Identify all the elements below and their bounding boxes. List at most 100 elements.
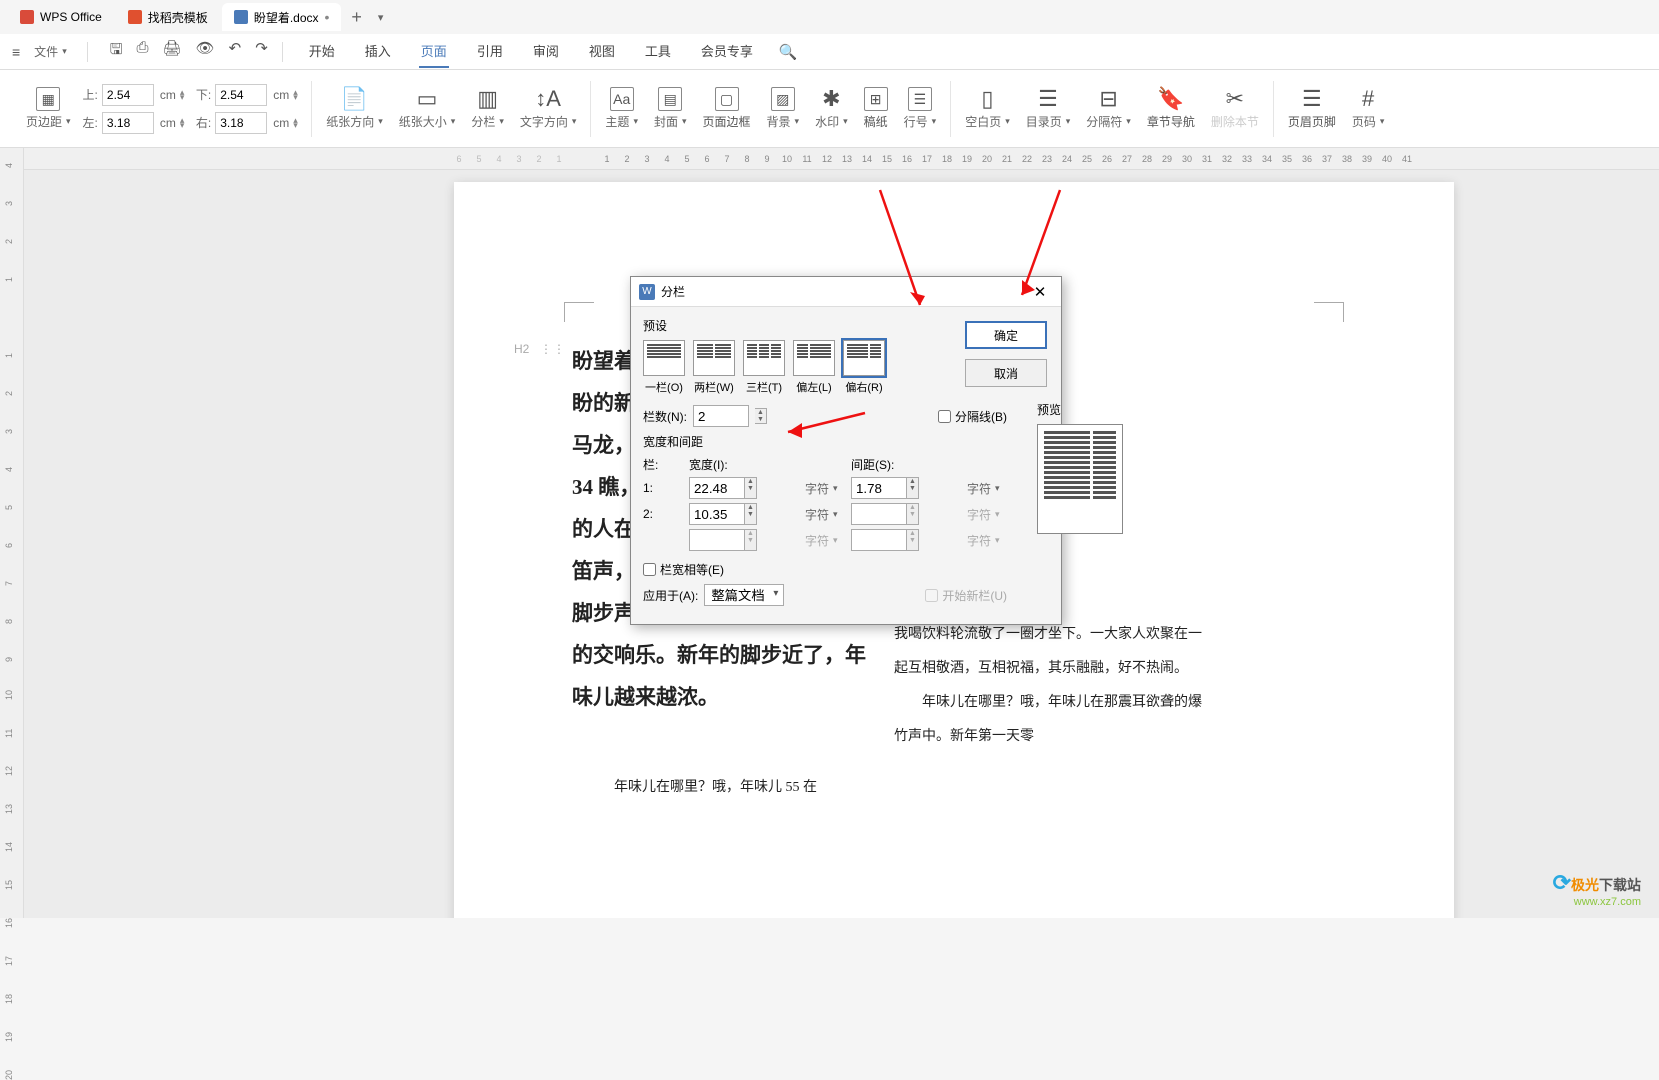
undo-icon[interactable]: ↶ bbox=[229, 39, 242, 64]
page-number-icon[interactable]: # bbox=[1356, 87, 1380, 111]
tab-templates[interactable]: 找稻壳模板 bbox=[116, 3, 220, 31]
line-number-label[interactable]: 行号 bbox=[904, 113, 937, 130]
cols-count-input[interactable] bbox=[693, 405, 749, 427]
tab-overflow-button[interactable]: ▾ bbox=[370, 11, 392, 24]
preset-right[interactable]: 偏右(R) bbox=[843, 340, 885, 395]
unit-char[interactable]: 字符 bbox=[805, 480, 845, 497]
tab-document[interactable]: 盼望着.docx • bbox=[222, 3, 342, 31]
margin-left-input[interactable] bbox=[102, 112, 154, 134]
horizontal-ruler[interactable]: 6543211234567891011121314151617181920212… bbox=[24, 148, 1659, 170]
preset-one[interactable]: 一栏(O) bbox=[643, 340, 685, 395]
margins-icon[interactable]: ▦ bbox=[36, 87, 60, 111]
background-label[interactable]: 背景 bbox=[767, 113, 800, 130]
equal-width-checkbox[interactable]: 栏宽相等(E) bbox=[643, 561, 724, 578]
orientation-label[interactable]: 纸张方向 bbox=[326, 113, 383, 130]
theme-label[interactable]: 主题 bbox=[605, 113, 638, 130]
manuscript-label[interactable]: 稿纸 bbox=[864, 113, 888, 130]
ok-button[interactable]: 确定 bbox=[965, 321, 1047, 349]
separator-label[interactable]: 分隔符 bbox=[1086, 113, 1131, 130]
background-icon[interactable]: ▨ bbox=[771, 87, 795, 111]
redo-icon[interactable]: ↷ bbox=[255, 39, 268, 64]
tab-view[interactable]: 视图 bbox=[587, 35, 617, 68]
doc-left-footer[interactable]: 年味儿在哪里？哦，年味儿 55 在 bbox=[614, 772, 914, 804]
print-icon[interactable]: 🖨 bbox=[163, 39, 182, 64]
cols-count-label: 栏数(N): bbox=[643, 408, 687, 425]
tab-tools[interactable]: 工具 bbox=[643, 35, 673, 68]
vertical-ruler[interactable]: 43211234567891011121314151617181920 bbox=[0, 148, 24, 918]
save-icon[interactable]: 🖫 bbox=[110, 39, 123, 64]
width-input-1[interactable] bbox=[689, 477, 745, 499]
text-direction-label[interactable]: 文字方向 bbox=[520, 113, 577, 130]
spacing-input-1[interactable] bbox=[851, 477, 907, 499]
site-watermark: ⟳极光下载站 www.xz7.com bbox=[1553, 870, 1641, 908]
cover-label[interactable]: 封面 bbox=[654, 113, 687, 130]
page-number-label[interactable]: 页码 bbox=[1352, 113, 1385, 130]
toc-icon[interactable]: ☰ bbox=[1036, 87, 1060, 111]
search-icon[interactable]: 🔍 bbox=[779, 43, 798, 61]
ribbon: ▦ 页边距 上: cm▴▾ 下: cm▴▾ 左: cm▴▾ 右: cm▴▾ 📄纸… bbox=[0, 70, 1659, 148]
tab-insert[interactable]: 插入 bbox=[363, 35, 393, 68]
spinner-icon[interactable]: ▴▾ bbox=[180, 90, 192, 100]
close-icon[interactable]: ✕ bbox=[1027, 279, 1053, 305]
margin-bottom-input[interactable] bbox=[215, 84, 267, 106]
width-input-2[interactable] bbox=[689, 503, 745, 525]
page-border-icon[interactable]: ▢ bbox=[715, 87, 739, 111]
row-num: 2: bbox=[643, 507, 683, 521]
paper-size-icon[interactable]: ▭ bbox=[415, 87, 439, 111]
line-number-icon[interactable]: ☰ bbox=[908, 87, 932, 111]
spinner-icon[interactable]: ▲▼ bbox=[745, 503, 757, 525]
header-footer-icon[interactable]: ☰ bbox=[1300, 87, 1324, 111]
watermark-icon[interactable]: ✱ bbox=[819, 87, 843, 111]
tab-review[interactable]: 审阅 bbox=[531, 35, 561, 68]
separator-icon[interactable]: ⊟ bbox=[1097, 87, 1121, 111]
page-border-label[interactable]: 页面边框 bbox=[703, 113, 751, 130]
tab-member[interactable]: 会员专享 bbox=[699, 35, 755, 68]
paper-size-label[interactable]: 纸张大小 bbox=[399, 113, 456, 130]
margin-top-input[interactable] bbox=[102, 84, 154, 106]
cover-icon[interactable]: ▤ bbox=[658, 87, 682, 111]
spinner-icon[interactable]: ▲▼ bbox=[745, 477, 757, 499]
spinner-icon[interactable]: ▴▾ bbox=[293, 90, 305, 100]
cancel-button[interactable]: 取消 bbox=[965, 359, 1047, 387]
navigate-label[interactable]: 章节导航 bbox=[1147, 113, 1195, 130]
spinner-icon[interactable]: ▲▼ bbox=[907, 477, 919, 499]
hamburger-icon[interactable]: ≡ bbox=[12, 44, 20, 60]
spinner-icon[interactable]: ▲▼ bbox=[755, 408, 767, 424]
tab-wps-office[interactable]: WPS Office bbox=[8, 3, 114, 31]
export-icon[interactable]: ⎙ bbox=[137, 39, 149, 64]
columns-icon[interactable]: ▥ bbox=[476, 87, 500, 111]
preset-three[interactable]: 三栏(T) bbox=[743, 340, 785, 395]
margins-label[interactable]: 页边距 bbox=[26, 113, 71, 130]
separator-checkbox[interactable]: 分隔线(B) bbox=[938, 408, 1007, 425]
margin-right-input[interactable] bbox=[215, 112, 267, 134]
manuscript-icon[interactable]: ⊞ bbox=[864, 87, 888, 111]
text-direction-icon[interactable]: ↕A bbox=[536, 87, 560, 111]
unit-char[interactable]: 字符 bbox=[805, 506, 845, 523]
tab-reference[interactable]: 引用 bbox=[475, 35, 505, 68]
unit-char: 字符 bbox=[967, 506, 1007, 523]
apply-to-select[interactable]: 整篇文档 bbox=[704, 584, 784, 606]
spinner-icon[interactable]: ▴▾ bbox=[293, 118, 305, 128]
blank-page-icon[interactable]: ▯ bbox=[975, 87, 999, 111]
file-menu[interactable]: 文件 bbox=[28, 41, 73, 62]
spinner-icon[interactable]: ▴▾ bbox=[180, 118, 192, 128]
dialog-titlebar[interactable]: W 分栏 ✕ bbox=[631, 277, 1061, 307]
preset-left[interactable]: 偏左(L) bbox=[793, 340, 835, 395]
header-footer-label[interactable]: 页眉页脚 bbox=[1288, 113, 1336, 130]
tab-label: 盼望着.docx bbox=[254, 9, 319, 26]
drag-handle-icon[interactable]: ⋮⋮ bbox=[540, 342, 566, 356]
blank-page-label[interactable]: 空白页 bbox=[965, 113, 1010, 130]
spinner-icon: ▲▼ bbox=[907, 503, 919, 525]
orientation-icon[interactable]: 📄 bbox=[343, 87, 367, 111]
print-preview-icon[interactable]: 👁 bbox=[196, 39, 215, 64]
navigate-icon[interactable]: 🔖 bbox=[1159, 87, 1183, 111]
theme-icon[interactable]: Aa bbox=[610, 87, 634, 111]
watermark-label[interactable]: 水印 bbox=[815, 113, 848, 130]
new-tab-button[interactable]: + bbox=[343, 7, 370, 28]
unit-char[interactable]: 字符 bbox=[967, 480, 1007, 497]
tab-page[interactable]: 页面 bbox=[419, 35, 449, 68]
toc-label[interactable]: 目录页 bbox=[1026, 113, 1071, 130]
columns-label[interactable]: 分栏 bbox=[471, 113, 504, 130]
tab-start[interactable]: 开始 bbox=[307, 35, 337, 68]
preset-two[interactable]: 两栏(W) bbox=[693, 340, 735, 395]
